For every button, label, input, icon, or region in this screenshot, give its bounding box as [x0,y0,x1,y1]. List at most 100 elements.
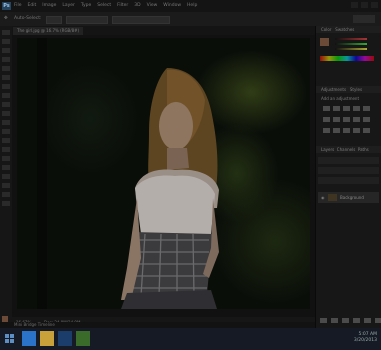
blend-mode-row[interactable] [318,167,379,174]
lock-row[interactable] [318,177,379,184]
clock[interactable]: 5:07 AM 3/20/2013 [354,332,377,344]
adjustments-row-3 [323,128,370,133]
channel-mixer-icon[interactable] [363,117,370,122]
dodge-tool-icon[interactable] [2,147,10,152]
menu-help[interactable]: Help [187,1,197,11]
layer-name: Background [340,195,364,200]
eyedropper-tool-icon[interactable] [2,75,10,80]
black-white-icon[interactable] [343,117,350,122]
link-icon[interactable] [320,318,327,323]
app-taskbar-icon[interactable] [76,331,90,346]
curves-icon[interactable] [343,106,350,111]
path-select-tool-icon[interactable] [2,174,10,179]
posterize-icon[interactable] [333,128,340,133]
vibrance-icon[interactable] [363,106,370,111]
file-explorer-icon[interactable] [40,331,54,346]
type-tool-icon[interactable] [2,165,10,170]
color-balance-icon[interactable] [333,117,340,122]
levels-icon[interactable] [333,106,340,111]
tab-channels[interactable]: Channels [337,147,356,152]
menu-file[interactable]: File [14,1,22,11]
color-spectrum[interactable] [320,56,374,61]
color-panel-header: Color Swatches [316,26,381,33]
transform-controls-toggle[interactable] [66,16,108,24]
quick-select-tool-icon[interactable] [2,57,10,62]
move-tool-icon[interactable]: ✥ [4,15,8,23]
hand-tool-icon[interactable] [2,192,10,197]
mask-icon[interactable] [342,318,349,323]
shape-tool-icon[interactable] [2,183,10,188]
red-slider[interactable] [335,38,367,40]
menu-bar: Ps File Edit Image Layer Type Select Fil… [0,0,381,12]
pen-tool-icon[interactable] [2,156,10,161]
marquee-tool-icon[interactable] [2,39,10,44]
blur-tool-icon[interactable] [2,138,10,143]
layers-panel-header: Layers Channels Paths [316,146,381,153]
menu-3d[interactable]: 3D [134,1,140,11]
green-slider[interactable] [335,43,367,45]
photo-filter-icon[interactable] [353,117,360,122]
exposure-icon[interactable] [353,106,360,111]
menu-type[interactable]: Type [81,1,91,11]
invert-icon[interactable] [323,128,330,133]
fx-icon[interactable] [331,318,338,323]
timeline-label[interactable]: Mini Bridge Timeline [14,321,55,328]
layer-item-background[interactable]: ◉ Background [318,192,379,203]
hue-saturation-icon[interactable] [323,117,330,122]
brightness-icon[interactable] [323,106,330,111]
zoom-tool-icon[interactable] [2,201,10,206]
window-controls [351,2,378,8]
eye-icon[interactable]: ◉ [321,195,325,200]
crop-tool-icon[interactable] [2,66,10,71]
menu-filter[interactable]: Filter [117,1,128,11]
photo-canvas[interactable] [17,38,310,309]
photoshop-taskbar-icon[interactable] [58,331,72,346]
move-tool-icon[interactable] [2,30,10,35]
eraser-tool-icon[interactable] [2,120,10,125]
menu-view[interactable]: View [147,1,158,11]
new-fill-layer-icon[interactable] [353,318,360,323]
lasso-tool-icon[interactable] [2,48,10,53]
document-tab[interactable]: The girl.jpg @ 16.7% (RGB/8#) [13,27,84,35]
foreground-color-swatch[interactable] [320,38,329,46]
maximize-button[interactable] [361,2,368,8]
adjustments-panel-header: Adjustments Styles [316,86,381,93]
align-buttons[interactable] [112,16,170,24]
tab-styles[interactable]: Styles [350,87,362,92]
menu-image[interactable]: Image [42,1,56,11]
layer-thumbnail [328,194,337,201]
menu-edit[interactable]: Edit [28,1,37,11]
healing-tool-icon[interactable] [2,84,10,89]
tab-layers[interactable]: Layers [321,147,334,152]
gradient-tool-icon[interactable] [2,129,10,134]
auto-select-dropdown[interactable] [46,16,62,24]
new-layer-icon[interactable] [375,318,381,323]
history-brush-tool-icon[interactable] [2,111,10,116]
blue-slider[interactable] [335,48,367,50]
canvas-area[interactable] [12,35,315,317]
layer-filter-row[interactable] [318,157,379,164]
adjustments-hint: Add an adjustment [321,96,360,101]
threshold-icon[interactable] [343,128,350,133]
tab-swatches[interactable]: Swatches [335,27,354,32]
workspace-dropdown[interactable] [353,15,375,23]
gradient-map-icon[interactable] [353,128,360,133]
clone-stamp-tool-icon[interactable] [2,102,10,107]
layers-footer [320,318,381,323]
tab-paths[interactable]: Paths [358,147,369,152]
minimize-button[interactable] [351,2,358,8]
new-group-icon[interactable] [364,318,371,323]
auto-select-label: Auto-Select: [14,16,42,21]
start-button[interactable] [3,331,17,346]
internet-explorer-icon[interactable] [22,331,36,346]
menu-layer[interactable]: Layer [62,1,75,11]
brush-tool-icon[interactable] [2,93,10,98]
menu-window[interactable]: Window [163,1,181,11]
menu-select[interactable]: Select [97,1,111,11]
document-tab-bar: The girl.jpg @ 16.7% (RGB/8#) [12,26,315,35]
tab-color[interactable]: Color [321,27,331,32]
tab-adjustments[interactable]: Adjustments [321,87,346,92]
adjustments-row-2 [323,117,370,122]
selective-color-icon[interactable] [363,128,370,133]
close-button[interactable] [371,2,378,8]
